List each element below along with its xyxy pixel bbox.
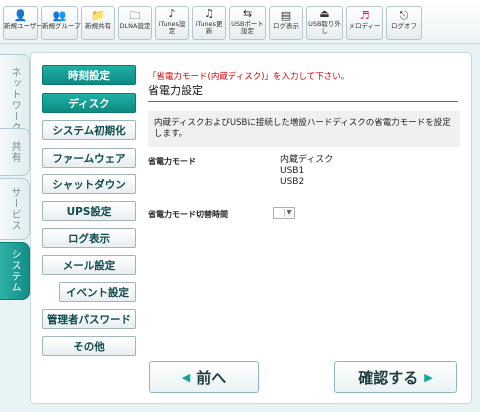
triangle-left-icon: ◀ [181, 370, 191, 384]
power-mode-option-usb2[interactable]: USB2 [280, 177, 304, 188]
new-share-label: 新規共有 [85, 22, 111, 30]
menu-admin-password[interactable]: 管理者パスワード [42, 309, 136, 329]
menu-firmware[interactable]: ファームウェア [42, 148, 136, 168]
logoff-icon: ⎋ [399, 9, 409, 22]
switch-time-select[interactable]: ▼ [273, 207, 295, 219]
main-panel: 時刻設定 ディスク システム初期化 ファームウェア シャットダウン UPS設定 … [30, 52, 472, 404]
prev-button[interactable]: ◀ 前へ [149, 361, 259, 393]
new-share-button[interactable]: 📁 新規共有 [81, 6, 115, 40]
menu-ups-settings[interactable]: UPS設定 [42, 201, 136, 221]
instruction-text: 「省電力モード(内蔵ディスク)」を入力して下さい。 [148, 72, 350, 82]
logoff-button[interactable]: ⎋ ログオフ [386, 6, 422, 40]
usb-eject-icon: ⏏ [319, 7, 330, 20]
power-mode-label: 省電力モード [148, 157, 196, 166]
toolbar: 👤 新規ユーザー 👥 新規グループ 📁 新規共有 🗀 DLNA設定 ♪ iTun… [0, 0, 480, 44]
itunes-settings-label: iTunes設定 [158, 20, 186, 35]
page-title: 省電力設定 [148, 82, 458, 102]
usb-eject-label: USB取り外し [308, 20, 341, 35]
chevron-down-icon: ▼ [284, 209, 293, 217]
new-user-button[interactable]: 👤 新規ユーザー [3, 6, 43, 40]
dlna-settings-icon: 🗀 [129, 9, 141, 22]
tab-system[interactable]: システム [0, 242, 30, 300]
menu-mail-settings[interactable]: メール設定 [42, 255, 136, 275]
menu-system-init[interactable]: システム初期化 [42, 120, 136, 140]
usb-port-settings-button[interactable]: ⇆ USBポート設定 [229, 6, 266, 40]
melody-label: メロディー [348, 22, 381, 30]
itunes-update-label: iTunes更新 [195, 20, 223, 35]
dlna-settings-button[interactable]: 🗀 DLNA設定 [118, 6, 152, 40]
new-group-button[interactable]: 👥 新規グループ [41, 6, 81, 40]
tab-service-label: サービス [9, 187, 20, 231]
switch-time-label: 省電力モード切替時間 [148, 210, 228, 219]
tab-system-label: システム [9, 249, 20, 293]
description-box: 内蔵ディスクおよびUSBに接続した増設ハードディスクの省電力モードを設定します。 [148, 111, 460, 147]
itunes-update-icon: ♫ [204, 7, 214, 20]
new-share-folder-icon: 📁 [91, 9, 105, 22]
confirm-button-label: 確認する [358, 368, 419, 387]
tab-share[interactable]: 共有 [0, 128, 30, 176]
usb-eject-button[interactable]: ⏏ USB取り外し [306, 6, 343, 40]
menu-shutdown[interactable]: シャットダウン [42, 174, 136, 194]
new-user-label: 新規ユーザー [4, 22, 43, 30]
melody-icon: ♬ [359, 9, 370, 22]
logoff-label: ログオフ [391, 22, 417, 30]
menu-other[interactable]: その他 [42, 336, 136, 356]
tab-share-label: 共有 [9, 141, 20, 163]
melody-button[interactable]: ♬ メロディー [346, 6, 383, 40]
triangle-right-icon: ▶ [424, 370, 433, 384]
dlna-settings-label: DLNA設定 [119, 22, 151, 30]
menu-time-settings[interactable]: 時刻設定 [42, 65, 136, 85]
usb-port-label: USBポート設定 [231, 20, 264, 35]
log-view-button[interactable]: ▤ ログ表示 [269, 6, 303, 40]
log-view-icon: ▤ [280, 9, 292, 22]
menu-event-settings[interactable]: イベント設定 [59, 282, 136, 302]
itunes-settings-icon: ♪ [168, 7, 176, 20]
new-user-icon: 👤 [13, 9, 28, 22]
power-mode-option-usb1[interactable]: USB1 [280, 166, 304, 177]
new-group-icon: 👥 [52, 9, 67, 22]
log-view-label: ログ表示 [273, 22, 299, 30]
itunes-settings-button[interactable]: ♪ iTunes設定 [155, 6, 189, 40]
new-group-label: 新規グループ [42, 22, 81, 30]
tab-network-label: ネットワーク [9, 67, 20, 133]
itunes-update-button[interactable]: ♫ iTunes更新 [192, 6, 226, 40]
usb-port-icon: ⇆ [242, 7, 253, 20]
description-text: 内蔵ディスクおよびUSBに接続した増設ハードディスクの省電力モードを設定します。 [154, 118, 451, 139]
menu-log-view[interactable]: ログ表示 [42, 228, 136, 248]
prev-button-label: 前へ [196, 368, 227, 387]
power-mode-option-internal[interactable]: 内蔵ディスク [280, 155, 333, 166]
confirm-button[interactable]: 確認する ▶ [334, 361, 457, 393]
menu-disk[interactable]: ディスク [42, 93, 136, 113]
tab-service[interactable]: サービス [0, 178, 30, 240]
